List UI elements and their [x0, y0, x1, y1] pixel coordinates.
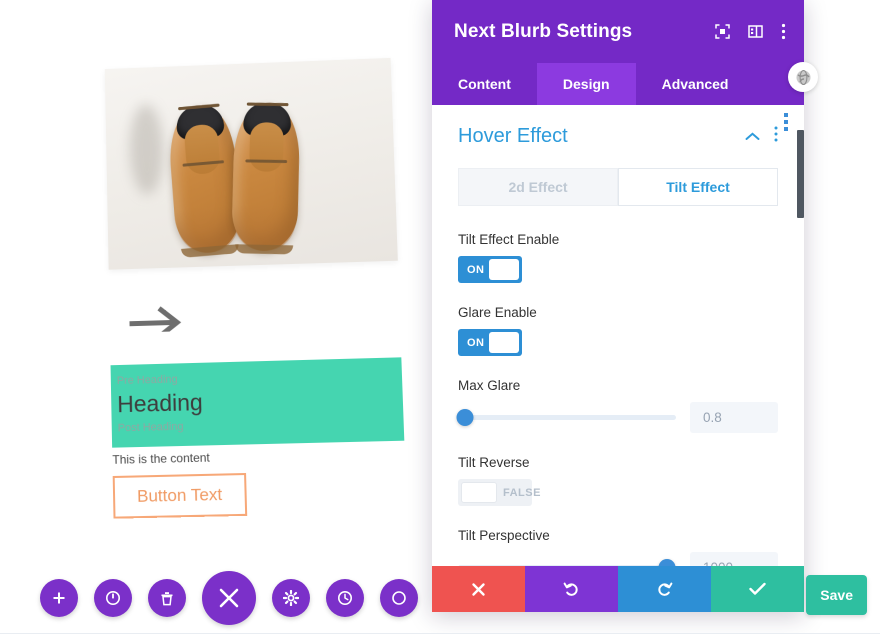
globe-icon — [796, 69, 810, 85]
history-button[interactable] — [326, 579, 364, 617]
tilt-perspective-slider[interactable] — [458, 559, 676, 566]
shoe-right — [231, 102, 301, 255]
check-icon — [749, 582, 766, 595]
field-max-glare: Max Glare 0.8 — [456, 378, 778, 433]
layout-panel-icon[interactable] — [748, 24, 763, 39]
tilt-perspective-value[interactable]: 1000 — [690, 552, 778, 566]
extra-button[interactable] — [380, 579, 418, 617]
circle-icon — [392, 591, 406, 605]
shoe-lace — [246, 102, 289, 107]
trash-icon — [161, 591, 173, 605]
field-tilt-reverse: Tilt Reverse FALSE — [458, 455, 778, 506]
toggle-state-label: ON — [467, 336, 485, 349]
app-root: Pre Heading Heading Post Heading This is… — [0, 0, 880, 637]
cross-icon — [219, 588, 239, 608]
slider-knob[interactable] — [456, 409, 474, 426]
shoe-tongue — [183, 123, 221, 176]
toggle-knob — [489, 332, 519, 353]
toggle-knob — [461, 482, 497, 503]
tilt-effect-enable-toggle[interactable]: ON — [458, 256, 522, 283]
glare-enable-toggle[interactable]: ON — [458, 329, 522, 356]
tab-advanced[interactable]: Advanced — [636, 63, 755, 105]
modal-header: Next Blurb Settings — [432, 0, 804, 63]
modal-body: Hover Effect 2d Effect Tilt Effect Tilt … — [432, 105, 804, 566]
max-glare-slider[interactable] — [456, 409, 676, 427]
builder-toolbar — [0, 559, 432, 637]
tilt-reverse-toggle[interactable]: FALSE — [458, 479, 540, 506]
bottom-strip — [0, 633, 880, 637]
section-header: Hover Effect — [458, 125, 778, 148]
section-icons — [745, 126, 778, 147]
redo-icon — [658, 582, 673, 596]
save-changes-button[interactable] — [711, 566, 804, 612]
field-label: Glare Enable — [458, 305, 537, 320]
tilt-perspective-slider-row: 1000 — [458, 552, 778, 566]
shoe-sole — [235, 244, 294, 255]
blurb-image[interactable] — [104, 57, 398, 270]
segment-2d-effect[interactable]: 2d Effect — [458, 168, 618, 206]
modal-header-icons — [715, 23, 786, 40]
plus-icon — [53, 592, 65, 604]
blurb-heading-band: Pre Heading Heading Post Heading — [110, 357, 405, 448]
field-label: Tilt Effect Enable — [458, 232, 560, 247]
toggle-knob — [489, 259, 519, 280]
modal-close-bubble[interactable] — [788, 62, 818, 92]
field-label: Tilt Reverse — [458, 455, 530, 470]
power-icon — [106, 591, 120, 605]
tab-design[interactable]: Design — [536, 63, 636, 105]
modal-action-bar — [432, 566, 804, 612]
settings-modal: Next Blurb Settings Content Design Advan… — [432, 0, 818, 612]
field-label: Max Glare — [458, 378, 521, 393]
cross-icon — [472, 582, 485, 596]
blurb-cta-button[interactable]: Button Text — [112, 472, 247, 519]
undo-icon — [563, 582, 578, 596]
field-label: Tilt Perspective — [458, 528, 550, 543]
max-glare-slider-row: 0.8 — [456, 402, 778, 433]
field-tilt-effect-enable: Tilt Effect Enable ON — [458, 232, 778, 283]
gear-icon — [283, 590, 299, 606]
scroll-grip[interactable] — [784, 113, 788, 131]
focus-target-icon[interactable] — [715, 24, 730, 39]
delete-button[interactable] — [148, 579, 186, 617]
blurb-arrow — [109, 294, 411, 349]
modal-tabs: Content Design Advanced — [432, 63, 804, 105]
vertical-scrollbar[interactable] — [797, 130, 804, 218]
blurb-module[interactable]: Pre Heading Heading Post Heading This is… — [104, 57, 417, 519]
toggle-state-label: ON — [467, 263, 485, 276]
more-vertical-icon[interactable] — [781, 23, 786, 40]
shoe-tongue — [249, 122, 285, 172]
page-preview: Pre Heading Heading Post Heading This is… — [0, 0, 432, 637]
power-button[interactable] — [94, 579, 132, 617]
save-button[interactable]: Save — [806, 575, 867, 615]
section-title: Hover Effect — [458, 125, 568, 147]
undo-button[interactable] — [525, 566, 618, 612]
slider-knob[interactable] — [658, 559, 676, 566]
segment-tilt-effect[interactable]: Tilt Effect — [618, 168, 778, 206]
toggle-state-label: FALSE — [503, 486, 541, 499]
field-tilt-perspective: Tilt Perspective 1000 — [458, 528, 778, 566]
chevron-up-icon[interactable] — [745, 128, 760, 146]
slider-track — [458, 565, 676, 566]
tab-content[interactable]: Content — [432, 63, 537, 105]
add-button[interactable] — [40, 579, 78, 617]
effect-mode-toggle: 2d Effect Tilt Effect — [458, 168, 778, 206]
clock-icon — [338, 591, 352, 605]
discard-button[interactable] — [432, 566, 525, 612]
redo-button[interactable] — [618, 566, 711, 612]
field-glare-enable: Glare Enable ON — [458, 305, 778, 356]
close-builder-button[interactable] — [202, 571, 256, 625]
settings-button[interactable] — [272, 579, 310, 617]
max-glare-value[interactable]: 0.8 — [690, 402, 778, 433]
modal-title: Next Blurb Settings — [454, 20, 633, 42]
blurb-content-text: This is the content — [112, 450, 210, 467]
more-vertical-icon[interactable] — [774, 126, 778, 147]
arrow-right-icon — [127, 307, 189, 333]
slider-track — [458, 415, 676, 420]
